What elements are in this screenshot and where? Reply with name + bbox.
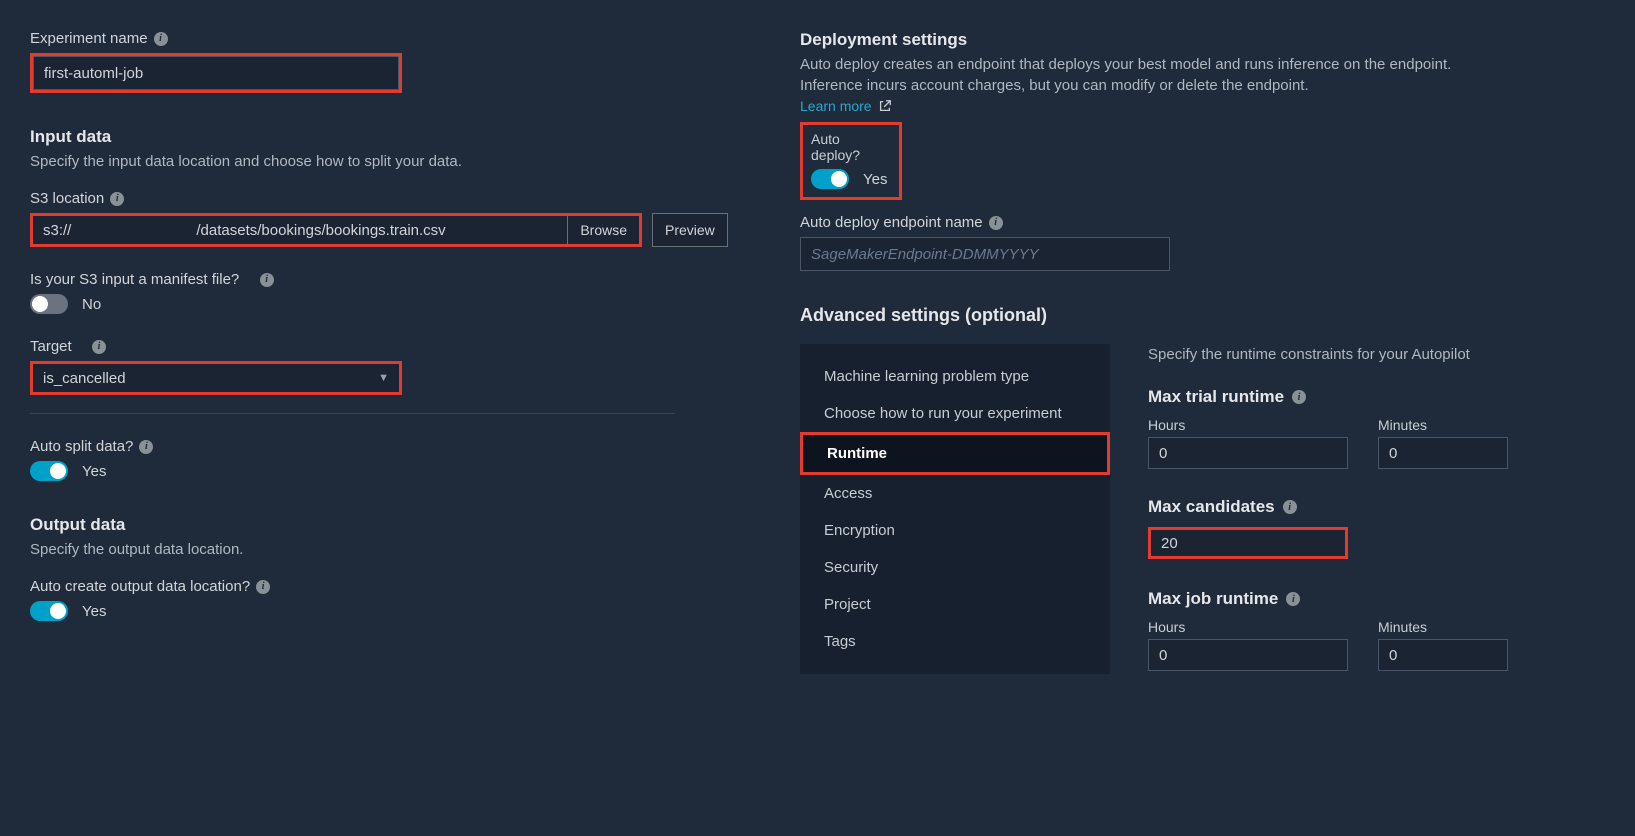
auto-split-value: Yes [82,463,106,480]
external-link-icon [878,99,892,113]
info-icon: i [154,32,168,46]
experiment-name-label: Experiment name i [30,30,710,47]
divider [30,413,675,414]
auto-split-toggle[interactable] [30,461,68,481]
nav-item-access[interactable]: Access [800,475,1110,512]
chevron-down-icon: ▼ [378,372,389,384]
auto-create-output-value: Yes [82,603,106,620]
auto-create-output-toggle[interactable] [30,601,68,621]
info-icon: i [1286,592,1300,606]
job-minutes-label: Minutes [1378,619,1508,635]
advanced-title: Advanced settings (optional) [800,305,1510,326]
target-label: Target i [30,338,710,355]
info-icon: i [1292,390,1306,404]
preview-button[interactable]: Preview [652,213,728,247]
s3-location-input[interactable] [33,216,567,244]
manifest-value: No [82,296,101,313]
auto-create-output-label: Auto create output data location? i [30,578,710,595]
auto-split-label: Auto split data? i [30,438,710,455]
max-trial-label: Max trial runtime i [1148,387,1510,407]
info-icon: i [256,580,270,594]
input-data-desc: Specify the input data location and choo… [30,151,710,172]
runtime-desc: Specify the runtime constraints for your… [1148,344,1510,365]
nav-item-runtime[interactable]: Runtime [803,435,1107,472]
auto-deploy-toggle[interactable] [811,169,849,189]
max-candidates-input[interactable] [1151,530,1345,556]
browse-button[interactable]: Browse [567,216,639,244]
auto-deploy-label: Auto deploy? [811,131,891,163]
trial-minutes-label: Minutes [1378,417,1508,433]
trial-hours-input[interactable] [1148,437,1348,469]
deployment-title: Deployment settings [800,30,1510,50]
trial-hours-label: Hours [1148,417,1348,433]
endpoint-name-label: Auto deploy endpoint name i [800,214,1510,231]
nav-item-encryption[interactable]: Encryption [800,512,1110,549]
input-data-title: Input data [30,127,710,147]
job-hours-input[interactable] [1148,639,1348,671]
manifest-label: Is your S3 input a manifest file? i [30,271,710,288]
experiment-name-input[interactable] [33,56,399,90]
trial-minutes-input[interactable] [1378,437,1508,469]
auto-deploy-value: Yes [863,171,887,188]
nav-item-project[interactable]: Project [800,586,1110,623]
deployment-desc: Auto deploy creates an endpoint that dep… [800,54,1510,96]
nav-item-problem-type[interactable]: Machine learning problem type [800,358,1110,395]
s3-location-label: S3 location i [30,190,710,207]
max-candidates-label: Max candidates i [1148,497,1510,517]
learn-more-link[interactable]: Learn more [800,98,892,114]
advanced-nav: Machine learning problem type Choose how… [800,344,1110,674]
output-data-title: Output data [30,515,710,535]
manifest-toggle[interactable] [30,294,68,314]
max-job-label: Max job runtime i [1148,589,1510,609]
info-icon: i [1283,500,1297,514]
nav-item-security[interactable]: Security [800,549,1110,586]
info-icon: i [260,273,274,287]
job-minutes-input[interactable] [1378,639,1508,671]
info-icon: i [110,192,124,206]
info-icon: i [92,340,106,354]
output-data-desc: Specify the output data location. [30,539,710,560]
endpoint-name-input[interactable] [800,237,1170,271]
info-icon: i [989,216,1003,230]
nav-item-run-experiment[interactable]: Choose how to run your experiment [800,395,1110,432]
job-hours-label: Hours [1148,619,1348,635]
target-dropdown[interactable]: is_cancelled ▼ [33,364,399,392]
info-icon: i [139,440,153,454]
nav-item-tags[interactable]: Tags [800,623,1110,660]
